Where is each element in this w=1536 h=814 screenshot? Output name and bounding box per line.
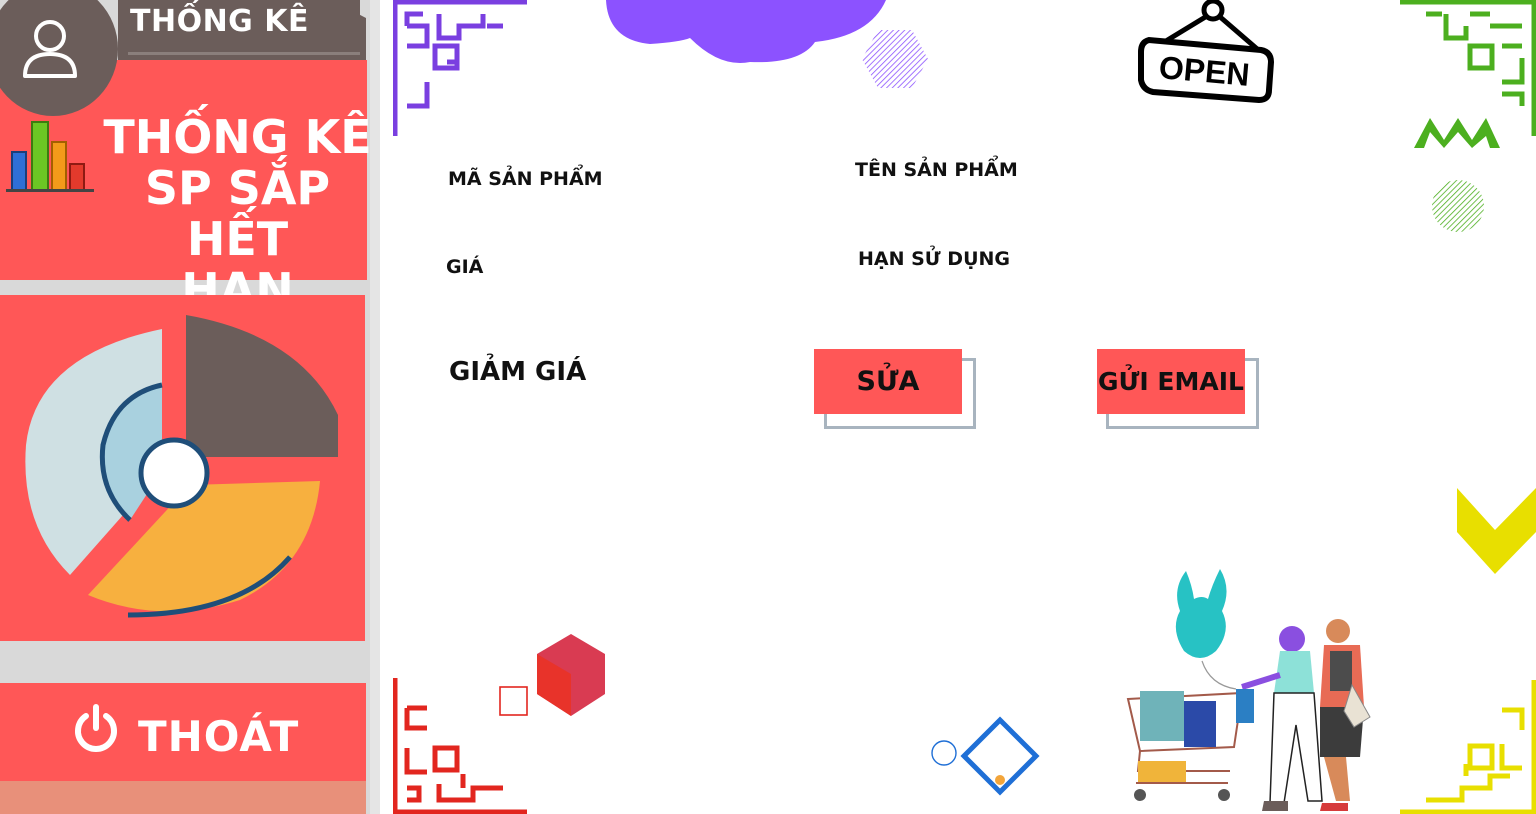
hatched-hexagon-shape <box>862 30 928 88</box>
shopping-couple-illustration <box>1126 569 1371 811</box>
send-email-button[interactable]: GỬI EMAIL <box>1097 349 1245 414</box>
hatched-circle-shape <box>1432 180 1484 232</box>
page-title: THỐNG KÊ SP SẮP HẾT HẠN <box>100 112 375 316</box>
statistics-tab-label[interactable]: THỐNG KÊ <box>130 4 320 39</box>
edit-button[interactable]: SỬA <box>814 349 962 414</box>
corner-ornament-top-left <box>393 0 527 136</box>
green-zigzag-shape <box>1414 118 1500 148</box>
user-icon[interactable] <box>20 16 80 80</box>
purple-cloud-shape <box>606 0 886 63</box>
product-name-label: TÊN SẢN PHẨM <box>855 159 1018 181</box>
open-sign-icon: OPEN <box>1138 0 1275 104</box>
discount-label: GIẢM GIÁ <box>449 357 587 387</box>
product-code-label: MÃ SẢN PHẨM <box>448 168 603 190</box>
page-title-line-2: SP SẮP HẾT <box>144 161 331 266</box>
corner-ornament-bottom-right <box>1400 680 1536 814</box>
bar-chart-icon <box>6 121 94 192</box>
page-title-line-1: THỐNG KÊ <box>103 110 372 164</box>
pie-chart-illustration <box>25 315 338 618</box>
yellow-chevron-shape <box>1457 488 1536 574</box>
exit-button-stripe <box>0 781 366 814</box>
blue-diamond-shape <box>931 716 1040 796</box>
red-square-outline-shape <box>499 686 528 716</box>
exit-label[interactable]: THOÁT <box>138 712 299 761</box>
red-cube-shape <box>537 634 605 716</box>
power-icon[interactable] <box>72 704 120 754</box>
expiry-date-label: HẠN SỬ DỤNG <box>858 248 1010 270</box>
price-label: GIÁ <box>446 256 484 278</box>
